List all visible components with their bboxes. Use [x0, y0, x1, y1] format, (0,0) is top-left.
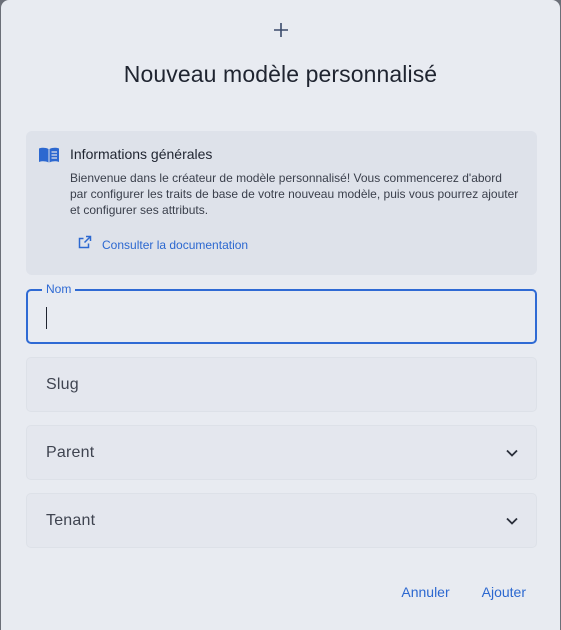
external-link-icon	[78, 235, 92, 254]
dialog-actions: Annuler Ajouter	[401, 584, 526, 600]
plus-icon	[271, 20, 291, 40]
slug-field[interactable]: Slug	[26, 357, 537, 412]
parent-select-label: Parent	[46, 444, 95, 461]
documentation-link[interactable]: Consulter la documentation	[78, 235, 248, 254]
text-cursor	[46, 307, 47, 329]
book-open-icon	[38, 146, 60, 164]
info-title: Informations générales	[70, 146, 213, 162]
chevron-down-icon	[505, 446, 519, 460]
documentation-link-label: Consulter la documentation	[102, 237, 249, 252]
slug-field-label: Slug	[46, 376, 79, 393]
add-button[interactable]: Ajouter	[482, 584, 526, 600]
info-body: Bienvenue dans le créateur de modèle per…	[70, 171, 519, 217]
nom-field-label: Nom	[42, 282, 76, 296]
parent-select[interactable]: Parent	[26, 425, 537, 480]
cancel-button[interactable]: Annuler	[401, 584, 449, 600]
tenant-select-label: Tenant	[46, 512, 96, 529]
tenant-select[interactable]: Tenant	[26, 493, 537, 548]
dialog-title: Nouveau modèle personnalisé	[123, 61, 438, 87]
create-custom-model-dialog: Nouveau modèle personnalisé Informations…	[1, 0, 560, 630]
nom-field[interactable]: Nom	[26, 282, 537, 344]
info-card: Informations générales Bienvenue dans le…	[26, 131, 537, 275]
chevron-down-icon	[505, 514, 519, 528]
